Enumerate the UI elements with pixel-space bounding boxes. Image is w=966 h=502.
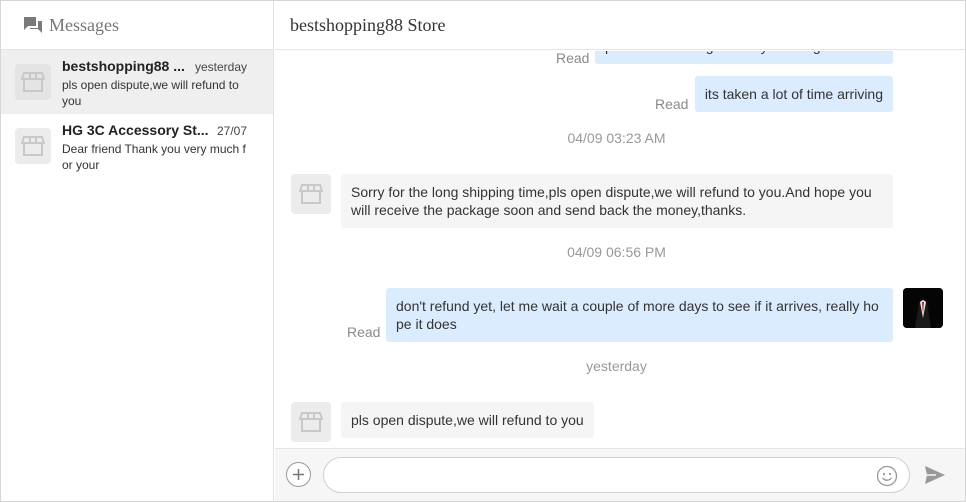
- user-photo: [903, 288, 943, 328]
- read-receipt: Read: [655, 96, 689, 112]
- outgoing-message: its taken a lot of time arriving: [694, 76, 893, 112]
- timestamp-divider: yesterday: [586, 358, 647, 374]
- user-avatar: [903, 288, 943, 328]
- incoming-message: pls open dispute,we will refund to you: [341, 402, 594, 438]
- plus-icon: [293, 469, 304, 480]
- message-composer: [275, 448, 965, 501]
- incoming-message: Sorry for the long shipping time,pls ope…: [341, 174, 893, 228]
- conversation-name: bestshopping88 ...: [62, 58, 185, 74]
- timestamp-divider: 04/09 06:56 PM: [567, 244, 666, 260]
- conversation-time: yesterday: [194, 60, 247, 74]
- seller-avatar: [291, 402, 331, 442]
- conversation-item[interactable]: HG 3C Accessory St... 27/07 Dear friend …: [1, 114, 273, 178]
- conversation-preview: pls open dispute,we will refund to you: [62, 78, 239, 108]
- attach-button[interactable]: [286, 462, 311, 487]
- timestamp-divider: 04/09 03:23 AM: [567, 130, 666, 146]
- store-icon: [21, 136, 45, 156]
- read-receipt: Read: [556, 51, 590, 66]
- send-icon[interactable]: [924, 464, 946, 486]
- store-avatar: [15, 128, 51, 164]
- outgoing-message: don't refund yet, let me wait a couple o…: [386, 288, 893, 342]
- conversation-item[interactable]: bestshopping88 ... yesterday pls open di…: [1, 50, 273, 114]
- store-icon: [299, 184, 323, 204]
- chat-header: bestshopping88 Store: [275, 1, 965, 50]
- message-list[interactable]: Read please I'm having difficulty tracki…: [275, 51, 965, 448]
- chat-bubbles-icon: [24, 17, 42, 33]
- chat-panel: bestshopping88 Store Read please I'm hav…: [275, 1, 965, 501]
- seller-avatar: [291, 174, 331, 214]
- sidebar-title: Messages: [49, 14, 119, 35]
- read-receipt: Read: [347, 324, 381, 340]
- conversation-preview: Dear friend Thank you very much f or you…: [62, 142, 246, 172]
- message-input[interactable]: [338, 464, 858, 486]
- smiley-icon[interactable]: [876, 465, 898, 487]
- store-name: bestshopping88 Store: [290, 14, 446, 35]
- store-icon: [299, 412, 323, 432]
- conversation-time: 27/07: [216, 124, 247, 138]
- conversation-name: HG 3C Accessory St...: [62, 122, 209, 138]
- conversation-sidebar: Messages bestshopping88 ... yesterday pl…: [1, 1, 274, 501]
- sidebar-header: Messages: [1, 1, 273, 50]
- message-input-wrapper: [323, 457, 910, 493]
- outgoing-message: please I'm having difficulty tracking th…: [595, 51, 893, 64]
- store-icon: [21, 72, 45, 92]
- store-avatar: [15, 64, 51, 100]
